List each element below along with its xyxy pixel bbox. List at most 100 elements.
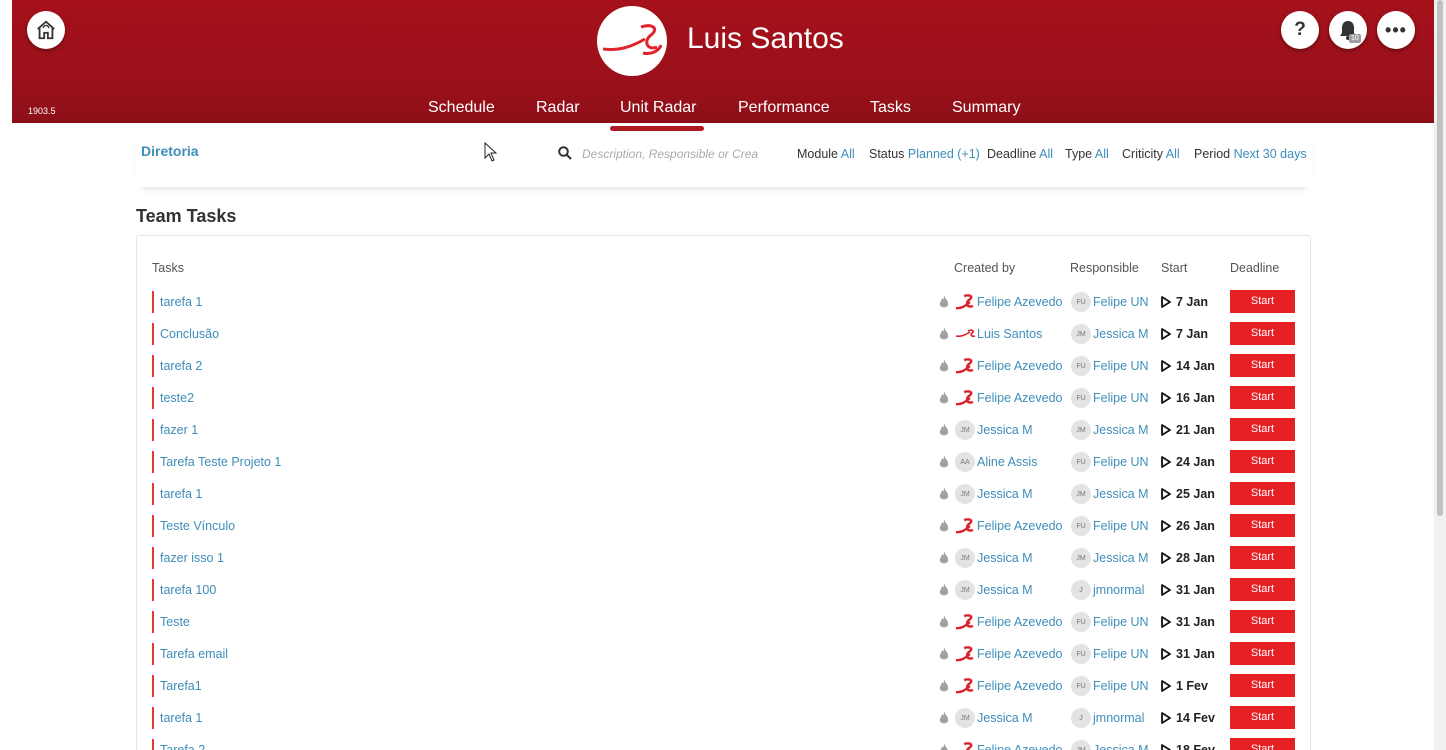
creator-link[interactable]: Felipe Azevedo — [977, 743, 1062, 750]
tab-unit-radar[interactable]: Unit Radar — [620, 99, 696, 117]
responsible-link[interactable]: Jessica M — [1093, 743, 1149, 750]
task-title-link[interactable]: tarefa 100 — [160, 583, 216, 597]
start-play-icon — [1161, 360, 1171, 372]
creator-logo-icon — [963, 742, 973, 750]
responsible-link[interactable]: Felipe UN — [1093, 391, 1149, 405]
start-task-button[interactable]: Start — [1230, 706, 1295, 729]
tab-schedule[interactable]: Schedule — [428, 99, 495, 117]
start-task-button[interactable]: Start — [1230, 354, 1295, 377]
tab-tasks[interactable]: Tasks — [870, 99, 911, 117]
creator-link[interactable]: Felipe Azevedo — [977, 391, 1062, 405]
responsible-link[interactable]: jmnormal — [1093, 583, 1144, 597]
task-title-link[interactable]: Teste — [160, 615, 190, 629]
creator-link[interactable]: Jessica M — [977, 583, 1033, 597]
responsible-link[interactable]: Felipe UN — [1093, 615, 1149, 629]
creator-link[interactable]: Jessica M — [977, 423, 1033, 437]
creator-link[interactable]: Jessica M — [977, 551, 1033, 565]
tab-radar[interactable]: Radar — [536, 99, 580, 117]
responsible-link[interactable]: Felipe UN — [1093, 359, 1149, 373]
start-task-button[interactable]: Start — [1230, 514, 1295, 537]
table-row[interactable]: teste2 Felipe Azevedo FU Felipe UN 16 Jan Sta… — [152, 386, 1297, 411]
task-title-link[interactable]: Tarefa 2 — [160, 743, 205, 750]
creator-link[interactable]: Jessica M — [977, 487, 1033, 501]
creator-link[interactable]: Felipe Azevedo — [977, 295, 1062, 309]
help-button[interactable]: ? — [1281, 11, 1319, 49]
responsible-link[interactable]: Jessica M — [1093, 423, 1149, 437]
start-task-button[interactable]: Start — [1230, 674, 1295, 697]
table-row[interactable]: Tarefa Teste Projeto 1 AA Aline Assis FU Fel… — [152, 450, 1297, 475]
table-row[interactable]: fazer isso 1 JM Jessica M JM Jessica M 28 Jan… — [152, 546, 1297, 571]
start-task-button[interactable]: Start — [1230, 418, 1295, 441]
start-task-button[interactable]: Start — [1230, 386, 1295, 409]
start-task-button[interactable]: Start — [1230, 546, 1295, 569]
responsible-link[interactable]: Felipe UN — [1093, 679, 1149, 693]
status-filter[interactable]: Status Planned (+1) — [869, 147, 980, 161]
task-title-link[interactable]: tarefa 1 — [160, 711, 202, 725]
scrollbar-thumb[interactable] — [1437, 0, 1443, 516]
table-row[interactable]: tarefa 1 JM Jessica M Jjmnormal 14 Fev Start — [152, 706, 1297, 731]
table-row[interactable]: tarefa 100 JM Jessica M Jjmnormal 31 Jan Star… — [152, 578, 1297, 603]
table-row[interactable]: Conclusão Luis Santos JM Jessica M 7 Jan Star… — [152, 322, 1297, 347]
table-row[interactable]: fazer 1 JM Jessica M JM Jessica M 21 Jan Start — [152, 418, 1297, 443]
responsible-link[interactable]: Jessica M — [1093, 551, 1149, 565]
creator-link[interactable]: Felipe Azevedo — [977, 647, 1062, 661]
responsible-link[interactable]: Felipe UN — [1093, 647, 1149, 661]
table-row[interactable]: tarefa 2 Felipe Azevedo FU Felipe UN 14 Jan S… — [152, 354, 1297, 379]
start-task-button[interactable]: Start — [1230, 578, 1295, 601]
criticity-filter[interactable]: Criticity All — [1122, 147, 1180, 161]
table-row[interactable]: Tarefa email Felipe Azevedo FU Felipe UN 31 … — [152, 642, 1297, 667]
task-title-link[interactable]: tarefa 2 — [160, 359, 202, 373]
more-menu-button[interactable]: ••• — [1377, 11, 1415, 49]
responsible-link[interactable]: Felipe UN — [1093, 519, 1149, 533]
responsible-link[interactable]: Felipe UN — [1093, 455, 1149, 469]
tab-performance[interactable]: Performance — [738, 99, 830, 117]
creator-link[interactable]: Felipe Azevedo — [977, 679, 1062, 693]
creator-link[interactable]: Felipe Azevedo — [977, 519, 1062, 533]
start-task-button[interactable]: Start — [1230, 610, 1295, 633]
creator-link[interactable]: Luis Santos — [977, 327, 1042, 341]
start-task-button[interactable]: Start — [1230, 450, 1295, 473]
type-filter[interactable]: Type All — [1065, 147, 1109, 161]
task-title-link[interactable]: Tarefa Teste Projeto 1 — [160, 455, 281, 469]
task-title-link[interactable]: Teste Vínculo — [160, 519, 235, 533]
deadline-filter[interactable]: Deadline All — [987, 147, 1053, 161]
module-filter[interactable]: Module All — [797, 147, 855, 161]
table-row[interactable]: Teste Felipe Azevedo FU Felipe UN 31 Jan Star… — [152, 610, 1297, 635]
start-task-button[interactable]: Start — [1230, 642, 1295, 665]
table-row[interactable]: Tarefa1 Felipe Azevedo FU Felipe UN 1 Fev Sta… — [152, 674, 1297, 699]
responsible-link[interactable]: Jessica M — [1093, 487, 1149, 501]
responsible-link[interactable]: Felipe UN — [1093, 295, 1149, 309]
user-name: Luis Santos — [687, 22, 844, 55]
responsible-link[interactable]: jmnormal — [1093, 711, 1144, 725]
start-task-button[interactable]: Start — [1230, 482, 1295, 505]
task-title-link[interactable]: fazer 1 — [160, 423, 198, 437]
start-task-button[interactable]: Start — [1230, 322, 1295, 345]
creator-avatar: AA — [955, 452, 975, 472]
table-row[interactable]: Tarefa 2 Felipe Azevedo JM Jessica M 18 Fev S… — [152, 738, 1297, 750]
task-title-link[interactable]: tarefa 1 — [160, 487, 202, 501]
task-title-link[interactable]: Tarefa1 — [160, 679, 202, 693]
tab-summary[interactable]: Summary — [952, 99, 1020, 117]
task-title-link[interactable]: fazer isso 1 — [160, 551, 224, 565]
row-status-marker — [152, 547, 154, 569]
start-task-button[interactable]: Start — [1230, 738, 1295, 750]
table-row[interactable]: tarefa 1 Felipe Azevedo FU Felipe UN 7 Jan St… — [152, 290, 1297, 315]
org-unit-selector[interactable]: Diretoria — [141, 143, 199, 159]
task-title-link[interactable]: Conclusão — [160, 327, 219, 341]
task-title-link[interactable]: tarefa 1 — [160, 295, 202, 309]
period-filter[interactable]: Period Next 30 days — [1194, 147, 1307, 161]
page-scrollbar[interactable] — [1434, 0, 1446, 750]
task-title-link[interactable]: Tarefa email — [160, 647, 228, 661]
creator-link[interactable]: Jessica M — [977, 711, 1033, 725]
table-row[interactable]: tarefa 1 JM Jessica M JM Jessica M 25 Jan Star… — [152, 482, 1297, 507]
task-title-link[interactable]: teste2 — [160, 391, 194, 405]
creator-link[interactable]: Aline Assis — [977, 455, 1037, 469]
creator-link[interactable]: Felipe Azevedo — [977, 359, 1062, 373]
search-input[interactable] — [582, 145, 758, 163]
notifications-button[interactable]: 10 — [1329, 11, 1367, 49]
start-task-button[interactable]: Start — [1230, 290, 1295, 313]
home-button[interactable] — [27, 11, 65, 49]
table-row[interactable]: Teste Vínculo Felipe Azevedo FU Felipe UN 26… — [152, 514, 1297, 539]
responsible-link[interactable]: Jessica M — [1093, 327, 1149, 341]
creator-link[interactable]: Felipe Azevedo — [977, 615, 1062, 629]
